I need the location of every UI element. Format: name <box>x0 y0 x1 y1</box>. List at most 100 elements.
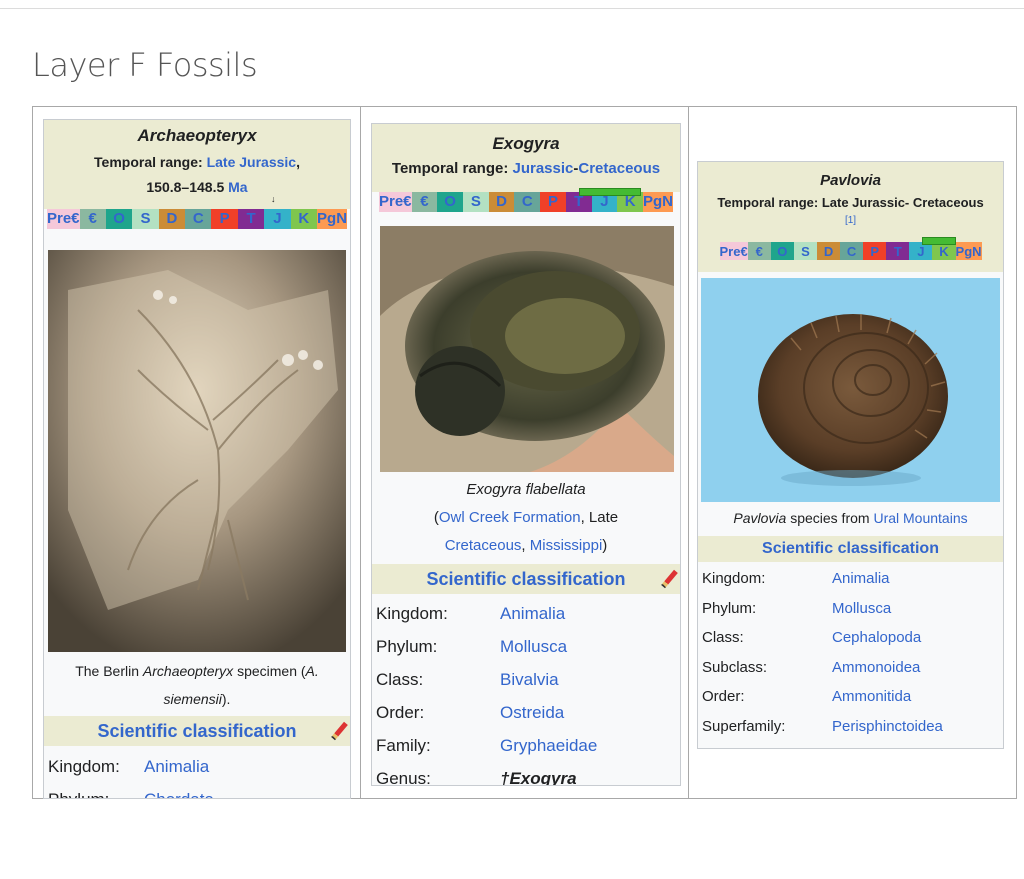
taxon-name: Pavlovia <box>820 172 881 189</box>
fossil-grid: Archaeopteryx Temporal range: Late Juras… <box>32 106 1017 799</box>
period-cell[interactable]: C <box>840 242 864 260</box>
period-cell[interactable]: J <box>264 209 291 229</box>
taxonomy-value-link[interactable]: Animalia <box>828 564 1003 594</box>
archaeopteryx-fossil-image <box>48 250 346 652</box>
period-cell[interactable]: Pre€ <box>47 209 80 229</box>
taxonomy-value-link[interactable]: Ammonoidea <box>828 653 1003 683</box>
taxonomy-value-link[interactable]: Ostreida <box>496 696 680 729</box>
top-divider <box>0 8 1024 9</box>
image-caption: Exogyra flabellata (Owl Creek Formation,… <box>433 481 619 554</box>
taxonomy-value-link[interactable]: Mollusca <box>828 594 1003 624</box>
taxonomy-value-link[interactable]: Cephalopoda <box>828 623 1003 653</box>
period-cell[interactable]: D <box>488 192 515 212</box>
taxonomy-value-link[interactable]: Gryphaeidae <box>496 729 680 762</box>
period-cell[interactable]: P <box>540 192 566 212</box>
period-cell[interactable]: K <box>290 209 318 229</box>
taxonomy-row: Family: Gryphaeidae <box>372 729 680 762</box>
range-bar <box>921 237 956 245</box>
period-cell[interactable]: Pre€ <box>719 242 748 260</box>
taxonomy-value-link[interactable]: Animalia <box>496 597 680 630</box>
period-cell[interactable]: PgN <box>643 192 673 212</box>
taxonomy-table: Kingdom: Animalia Phylum: Chordata <box>44 750 350 799</box>
taxon-name: Exogyra <box>492 134 560 153</box>
jurassic-link[interactable]: Jurassic <box>513 160 574 177</box>
genus-value: †Exogyra <box>500 768 577 786</box>
infobox-pavlovia: Pavlovia Temporal range: Late Jurassic- … <box>697 161 1004 749</box>
taxonomy-value-link[interactable]: Mollusca <box>496 630 680 663</box>
ma-link[interactable]: Ma <box>228 179 247 195</box>
range-values: 150.8–148.5 Ma <box>146 179 248 195</box>
period-cell[interactable]: C <box>185 209 212 229</box>
ural-mountains-link[interactable]: Ural Mountains <box>873 510 967 526</box>
taxonomy-table: Kingdom: Animalia Phylum: Mollusca Class: C… <box>698 564 1003 741</box>
mississippi-link[interactable]: Mississippi <box>530 537 603 554</box>
taxonomy-row: Class: Cephalopoda <box>698 623 1003 653</box>
image-caption: Pavlovia species from Ural Mountains <box>733 510 968 526</box>
scientific-classification-header: Scientific classification <box>372 564 680 594</box>
period-cell[interactable]: P <box>211 209 238 229</box>
taxonomy-value-link[interactable]: Chordata <box>140 783 350 799</box>
pavlovia-fossil-image <box>701 278 1000 502</box>
temporal-range: Temporal range: Late Jurassic- Cretaceou… <box>717 195 984 210</box>
taxonomy-value-link[interactable]: Perisphinctoidea <box>828 712 1003 742</box>
period-cell[interactable]: € <box>411 192 438 212</box>
temporal-range: Temporal range: Jurassic-Cretaceous <box>391 160 661 177</box>
scientific-classification-header: Scientific classification <box>698 536 1003 562</box>
period-cell[interactable]: S <box>132 209 159 229</box>
period-cell[interactable]: T <box>886 242 910 260</box>
grid-cell-exogyra: Exogyra Temporal range: Jurassic-Cretace… <box>361 107 689 798</box>
taxonomy-row: Phylum: Mollusca <box>698 594 1003 624</box>
taxonomy-row: Kingdom: Animalia <box>44 750 350 783</box>
period-cell[interactable]: PgN <box>955 242 982 260</box>
temporal-range: Temporal range: Late Jurassic, <box>94 154 300 170</box>
period-cell[interactable]: S <box>793 242 817 260</box>
period-cell[interactable]: S <box>462 192 489 212</box>
late-jurassic-link[interactable]: Late Jurassic <box>207 154 297 170</box>
infobox-exogyra: Exogyra Temporal range: Jurassic-Cretace… <box>371 123 681 786</box>
cretaceous-caption-link[interactable]: Cretaceous <box>445 537 522 554</box>
taxonomy-row: Order: Ammonitida <box>698 682 1003 712</box>
period-cell[interactable]: P <box>863 242 887 260</box>
edit-pencil-icon[interactable] <box>661 569 678 589</box>
taxonomy-value-link[interactable]: Animalia <box>140 750 350 783</box>
period-cell[interactable]: C <box>514 192 541 212</box>
geologic-timeline[interactable]: Pre€ € O S D C P T J K PgN <box>47 209 348 229</box>
geologic-timeline[interactable]: Pre€ € O S D C P T J K PgN <box>379 188 673 212</box>
taxonomy-value-link[interactable]: Bivalvia <box>496 663 680 696</box>
scientific-classification-header: Scientific classification <box>44 716 350 746</box>
taxonomy-row: Kingdom: Animalia <box>698 564 1003 594</box>
period-cell[interactable]: D <box>816 242 841 260</box>
infobox-header: Archaeopteryx Temporal range: Late Juras… <box>44 120 350 209</box>
period-cell[interactable]: € <box>747 242 771 260</box>
cretaceous-link[interactable]: Cretaceous <box>578 160 660 177</box>
period-cell[interactable]: PgN <box>317 209 348 229</box>
period-cell[interactable]: € <box>79 209 106 229</box>
period-cell[interactable]: O <box>437 192 463 212</box>
period-cell[interactable]: Pre€ <box>379 192 412 212</box>
infobox-header: Exogyra Temporal range: Jurassic-Cretace… <box>372 124 680 192</box>
reference-link[interactable]: [1] <box>698 214 1003 228</box>
owl-creek-link[interactable]: Owl Creek Formation <box>439 509 581 526</box>
taxonomy-row: Phylum: Mollusca <box>372 630 680 663</box>
period-cell[interactable]: D <box>158 209 186 229</box>
period-cell[interactable]: O <box>105 209 133 229</box>
taxonomy-row: Genus: †Exogyra <box>372 762 680 786</box>
taxonomy-row: Order: Ostreida <box>372 696 680 729</box>
taxonomy-table: Kingdom: Animalia Phylum: Mollusca Class: B… <box>372 597 680 786</box>
taxonomy-value-link[interactable]: Ammonitida <box>828 682 1003 712</box>
marker-arrow-icon: ↓ <box>271 194 276 204</box>
infobox-archaeopteryx: Archaeopteryx Temporal range: Late Juras… <box>43 119 351 799</box>
taxonomy-row: Subclass: Ammonoidea <box>698 653 1003 683</box>
taxon-name: Archaeopteryx <box>137 126 257 145</box>
image-caption: The Berlin Archaeopteryx specimen (A. si… <box>75 663 319 707</box>
taxonomy-row: Kingdom: Animalia <box>372 597 680 630</box>
infobox-header: Pavlovia Temporal range: Late Jurassic- … <box>698 162 1003 272</box>
period-cell[interactable]: T <box>237 209 265 229</box>
grid-cell-archaeopteryx: Archaeopteryx Temporal range: Late Juras… <box>33 107 361 799</box>
edit-pencil-icon[interactable] <box>331 721 348 741</box>
page-title: Layer F Fossils <box>32 46 258 84</box>
taxonomy-row: Superfamily: Perisphinctoidea <box>698 712 1003 742</box>
geologic-timeline[interactable]: Pre€ € O S D C P T J K PgN <box>719 237 982 260</box>
period-cell[interactable]: O <box>770 242 794 260</box>
grid-cell-pavlovia: Pavlovia Temporal range: Late Jurassic- … <box>689 107 1016 798</box>
